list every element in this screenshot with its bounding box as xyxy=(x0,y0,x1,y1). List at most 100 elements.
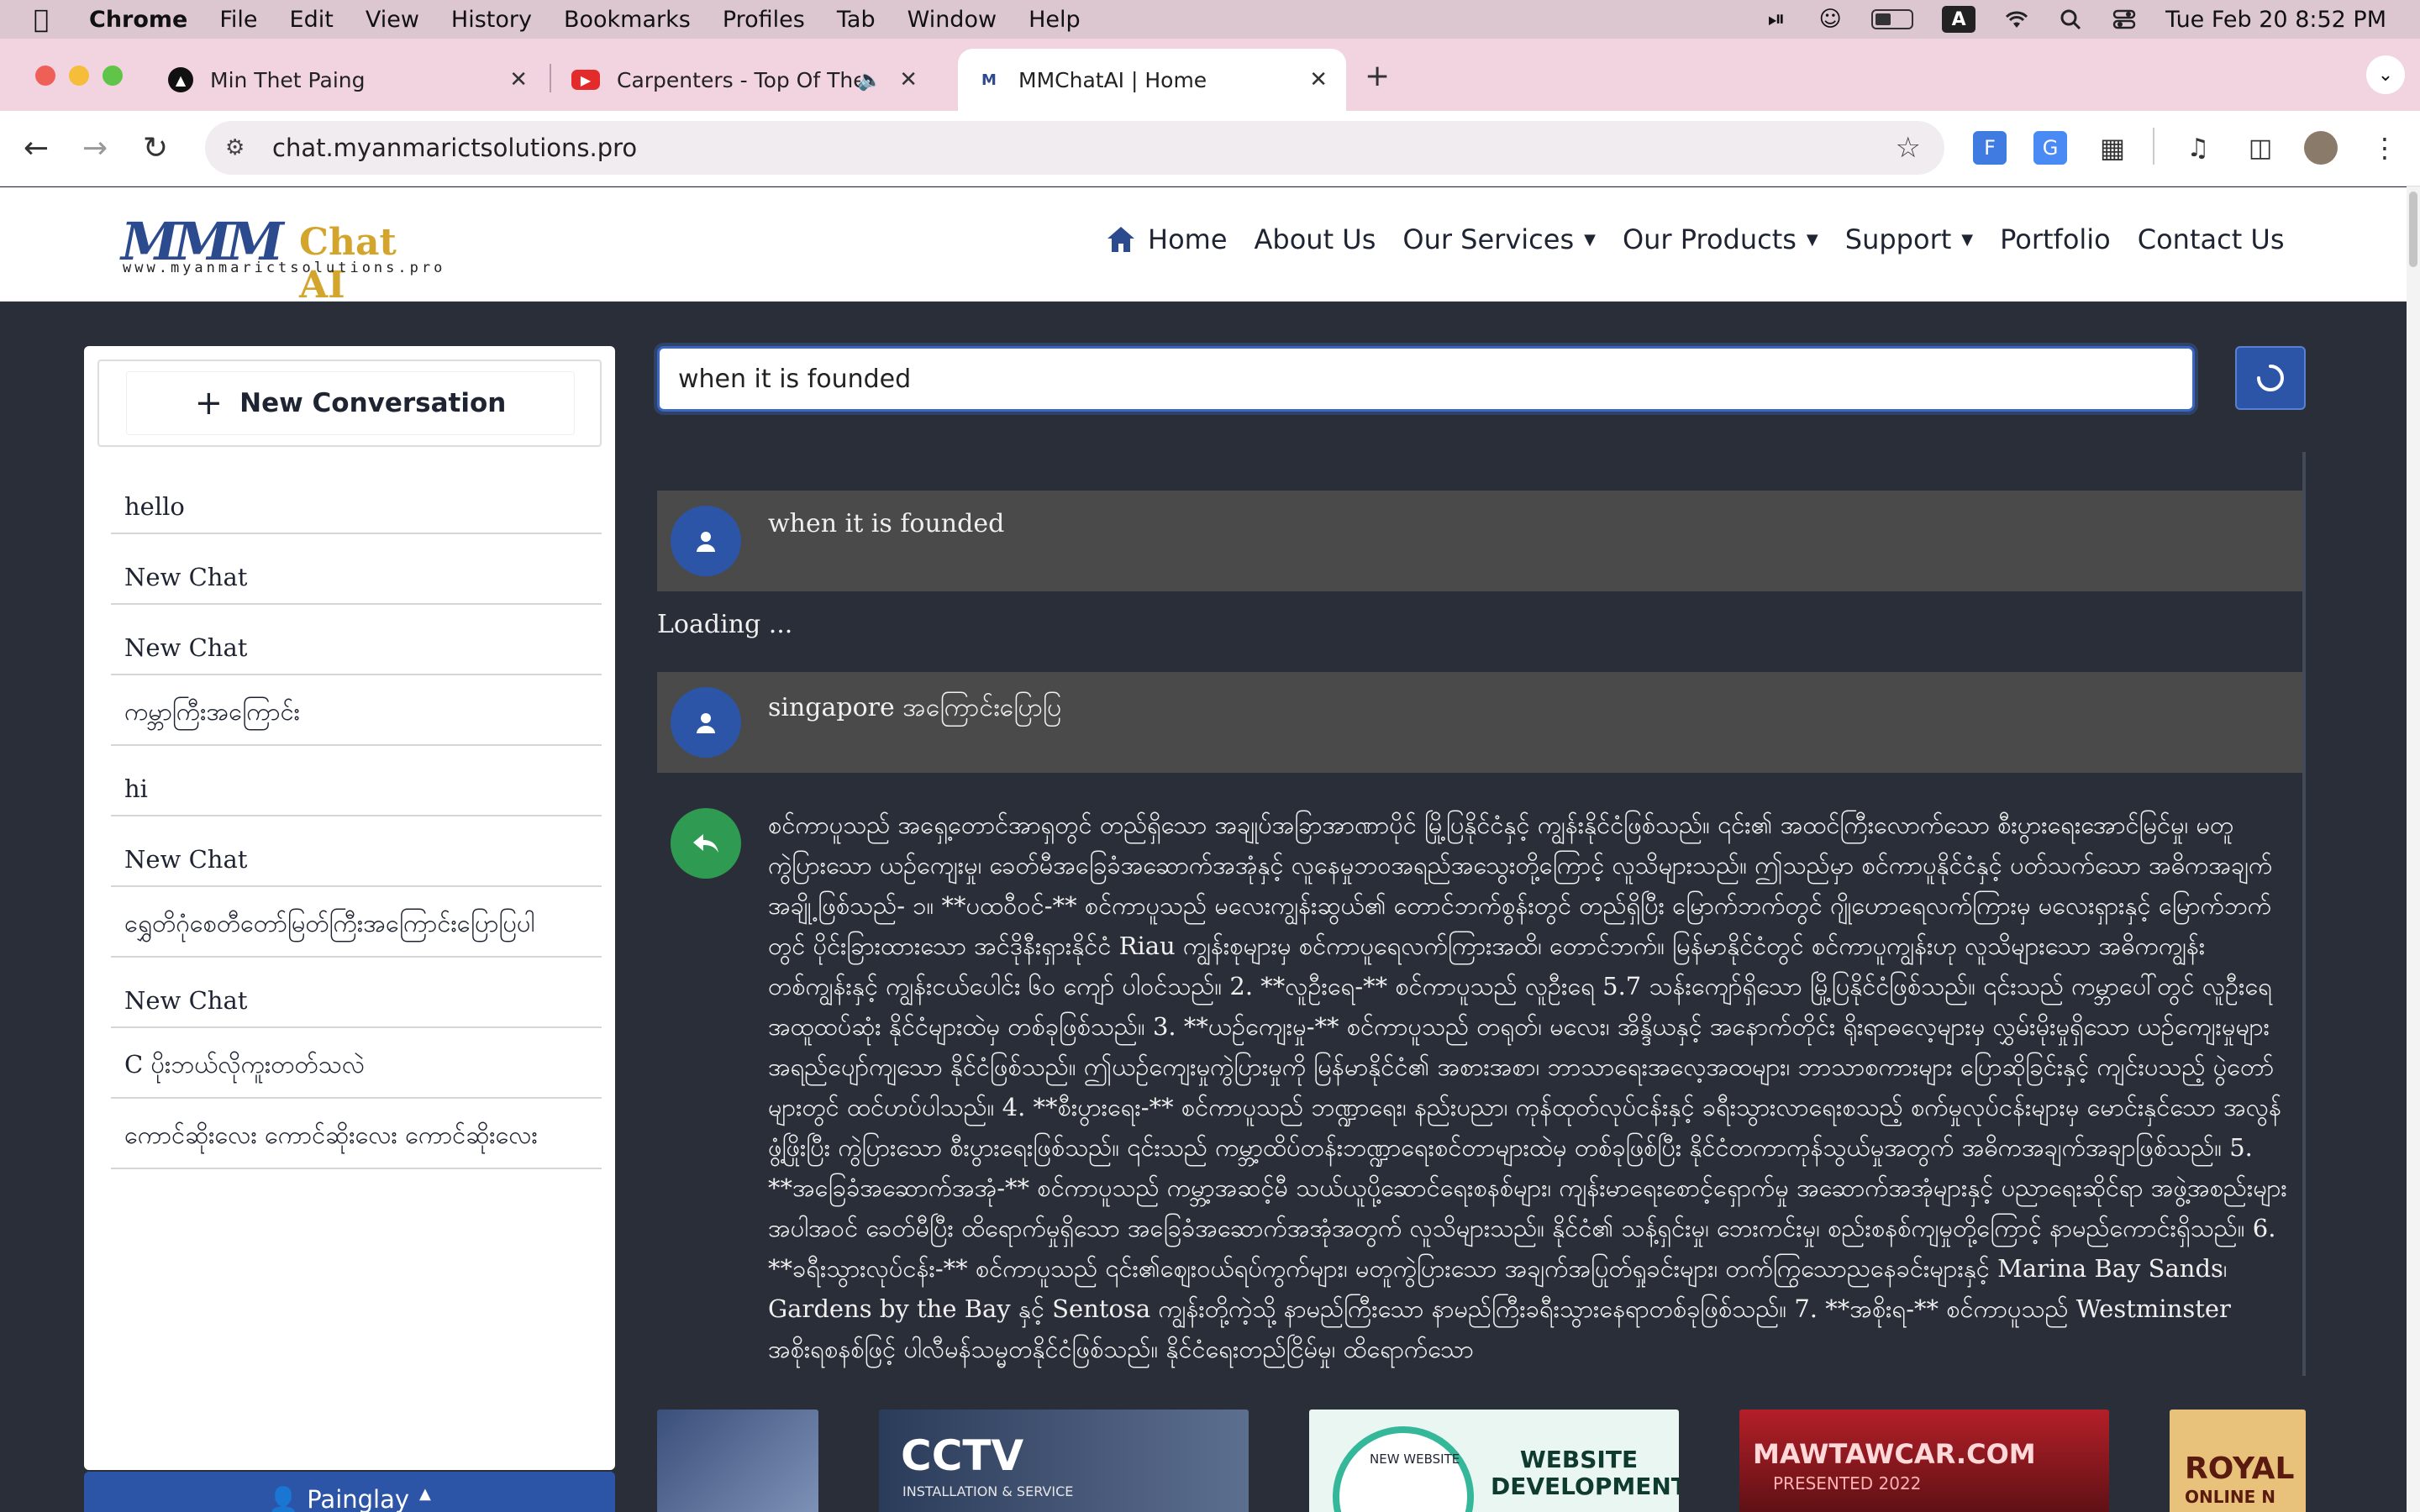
new-conversation-container: + New Conversation xyxy=(97,360,602,447)
bot-avatar xyxy=(671,808,741,879)
tab-carpenters[interactable]: ▶ Carpenters - Top Of The W 🔈 ✕ xyxy=(553,49,936,111)
nav-about-us[interactable]: About Us xyxy=(1255,223,1376,255)
banner-mawtawcar[interactable]: MAWTAWCAR.COM PRESENTED 2022 xyxy=(1739,1410,2109,1512)
menu-profiles[interactable]: Profiles xyxy=(723,7,805,33)
wifi-icon[interactable] xyxy=(2004,7,2029,32)
banner-website-development[interactable]: NEW WEBSITE WEBSITE DEVELOPMENT xyxy=(1309,1410,1679,1512)
play-circle-icon[interactable]: ⏯ xyxy=(1764,7,1789,32)
user-message-text: when it is founded xyxy=(768,509,1005,538)
tab-min-thet-paing[interactable]: ▲ Min Thet Paing ✕ xyxy=(150,49,546,111)
menu-tab[interactable]: Tab xyxy=(837,7,876,33)
tab-divider xyxy=(550,64,551,92)
tab-search-button[interactable]: ⌄ xyxy=(2366,55,2405,94)
url-text[interactable]: chat.myanmarictsolutions.pro xyxy=(272,134,637,162)
window-minimize-button[interactable] xyxy=(69,66,89,86)
site-settings-icon[interactable]: ⚙ xyxy=(225,135,254,160)
nav-contact-us[interactable]: Contact Us xyxy=(2138,223,2285,255)
new-tab-button[interactable]: + xyxy=(1365,59,1390,93)
banner-slide[interactable] xyxy=(657,1410,818,1512)
nav-products-label: Our Products xyxy=(1622,223,1797,255)
macos-menu-bar:  Chrome File Edit View History Bookmark… xyxy=(0,0,2420,39)
caret-down-icon: ▼ xyxy=(1961,230,1974,249)
nav-portfolio[interactable]: Portfolio xyxy=(2000,223,2111,255)
conversation-item[interactable]: ကောင်ဆိုးလေး ကောင်ဆိုးလေး ကောင်ဆိုးလေး xyxy=(111,1099,602,1169)
nav-our-products[interactable]: Our Products ▼ xyxy=(1623,223,1818,255)
menu-app-chrome[interactable]: Chrome xyxy=(89,7,187,33)
nav-about-label: About Us xyxy=(1254,223,1376,255)
menu-view[interactable]: View xyxy=(366,7,419,33)
conversation-item[interactable]: C ပိုးဘယ်လိုကူးတတ်သလဲ xyxy=(111,1028,602,1099)
speaker-icon[interactable]: 🔈 xyxy=(857,68,882,92)
nav-home[interactable]: Home xyxy=(1106,223,1228,255)
user-icon: 👤 xyxy=(268,1485,299,1512)
banner-royal-online[interactable]: ROYAL ONLINE N xyxy=(2170,1410,2306,1512)
menu-file[interactable]: File xyxy=(219,7,257,33)
banner-subtitle: ONLINE N xyxy=(2185,1487,2276,1507)
chat-scrollbar[interactable] xyxy=(2302,452,2306,1376)
conversation-item[interactable]: New Chat xyxy=(111,958,602,1028)
home-icon xyxy=(1107,227,1134,252)
apple-icon[interactable]:  xyxy=(34,5,59,34)
menu-bar-clock[interactable]: Tue Feb 20 8:52 PM xyxy=(2165,7,2386,33)
banner-cctv[interactable]: CCTV INSTALLATION & SERVICE xyxy=(879,1410,1249,1512)
conversation-item[interactable]: ကမ္ဘာကြီးအကြောင်း xyxy=(111,675,602,746)
scrollbar-thumb[interactable] xyxy=(2409,192,2417,267)
conversation-item[interactable]: New Chat xyxy=(111,605,602,675)
site-logo[interactable]: MMM Chat AI www.myanmarictsolutions.pro xyxy=(121,211,449,307)
nav-support[interactable]: Support ▼ xyxy=(1845,223,1973,255)
conversation-list: hello New Chat New Chat ကမ္ဘာကြီးအကြောင်… xyxy=(111,464,602,1169)
user-circle-icon[interactable]: ☺ xyxy=(1818,7,1843,32)
extensions-puzzle-icon[interactable]: ▦ xyxy=(2096,131,2129,165)
reload-button[interactable]: ↻ xyxy=(143,131,168,165)
window-close-button[interactable] xyxy=(35,66,55,86)
conversation-item[interactable]: New Chat xyxy=(111,534,602,605)
prompt-input[interactable] xyxy=(657,346,2195,412)
loading-status: Loading ... xyxy=(657,610,793,639)
media-controls-icon[interactable]: ♫ xyxy=(2181,131,2215,165)
chat-messages: when it is founded Loading ... singapore… xyxy=(657,452,2304,1376)
banner-illustration xyxy=(1333,1426,1474,1512)
google-translate-icon[interactable]: G xyxy=(2033,131,2067,165)
input-source-icon[interactable]: A xyxy=(1942,6,1976,33)
forward-button[interactable]: → xyxy=(82,131,108,165)
tab-mmchatai-home[interactable]: M MMChatAI | Home ✕ xyxy=(958,49,1346,111)
user-avatar xyxy=(671,506,741,576)
send-loading-button[interactable] xyxy=(2235,346,2306,410)
banner-title: CCTV xyxy=(901,1431,1024,1480)
conversation-item[interactable]: ရွှေတိဂုံစေတီတော်မြတ်ကြီးအကြောင်းပြောပြပ… xyxy=(111,887,602,958)
menu-help[interactable]: Help xyxy=(1028,7,1081,33)
mmchat-favicon-icon: M xyxy=(976,67,1002,92)
window-zoom-button[interactable] xyxy=(103,66,123,86)
nav-support-label: Support xyxy=(1844,223,1952,255)
close-icon[interactable]: ✕ xyxy=(899,67,918,92)
conversation-item[interactable]: hello xyxy=(111,464,602,534)
translate-extension-icon[interactable]: F xyxy=(1973,131,2007,165)
conversation-item[interactable]: hi xyxy=(111,746,602,816)
menu-history[interactable]: History xyxy=(451,7,532,33)
bot-message: စင်ကာပူသည် အရှေ့တောင်အာရှတွင် တည်ရှိသော … xyxy=(657,805,2304,1376)
conversation-item[interactable]: New Chat xyxy=(111,816,602,887)
page-scrollbar[interactable] xyxy=(2407,186,2420,1512)
menu-bookmarks[interactable]: Bookmarks xyxy=(564,7,691,33)
menu-edit[interactable]: Edit xyxy=(290,7,334,33)
bookmark-star-icon[interactable]: ☆ xyxy=(1896,131,1921,165)
main-navigation: Home About Us Our Services ▼ Our Products… xyxy=(1106,223,2312,255)
back-button[interactable]: ← xyxy=(24,131,49,165)
profile-avatar[interactable] xyxy=(2304,131,2338,165)
menu-window[interactable]: Window xyxy=(908,7,997,33)
chrome-menu-icon[interactable]: ⋮ xyxy=(2368,131,2402,165)
banner-title: WEBSITE DEVELOPMENT xyxy=(1491,1446,1679,1500)
nav-our-services[interactable]: Our Services ▼ xyxy=(1402,223,1596,255)
battery-icon[interactable] xyxy=(1871,9,1914,29)
side-panel-icon[interactable]: ◫ xyxy=(2244,131,2277,165)
close-icon[interactable]: ✕ xyxy=(509,67,528,92)
close-icon[interactable]: ✕ xyxy=(1309,67,1328,92)
reply-arrow-icon xyxy=(693,834,718,853)
address-bar[interactable]: ⚙ chat.myanmarictsolutions.pro ☆ xyxy=(205,121,1944,175)
new-conversation-button[interactable]: + New Conversation xyxy=(126,371,575,435)
new-conversation-label: New Conversation xyxy=(239,388,507,418)
control-center-icon[interactable] xyxy=(2112,7,2137,32)
spotlight-search-icon[interactable] xyxy=(2058,7,2083,32)
user-icon xyxy=(697,713,715,733)
user-menu-button[interactable]: 👤 Painglay ▲ xyxy=(84,1472,615,1512)
